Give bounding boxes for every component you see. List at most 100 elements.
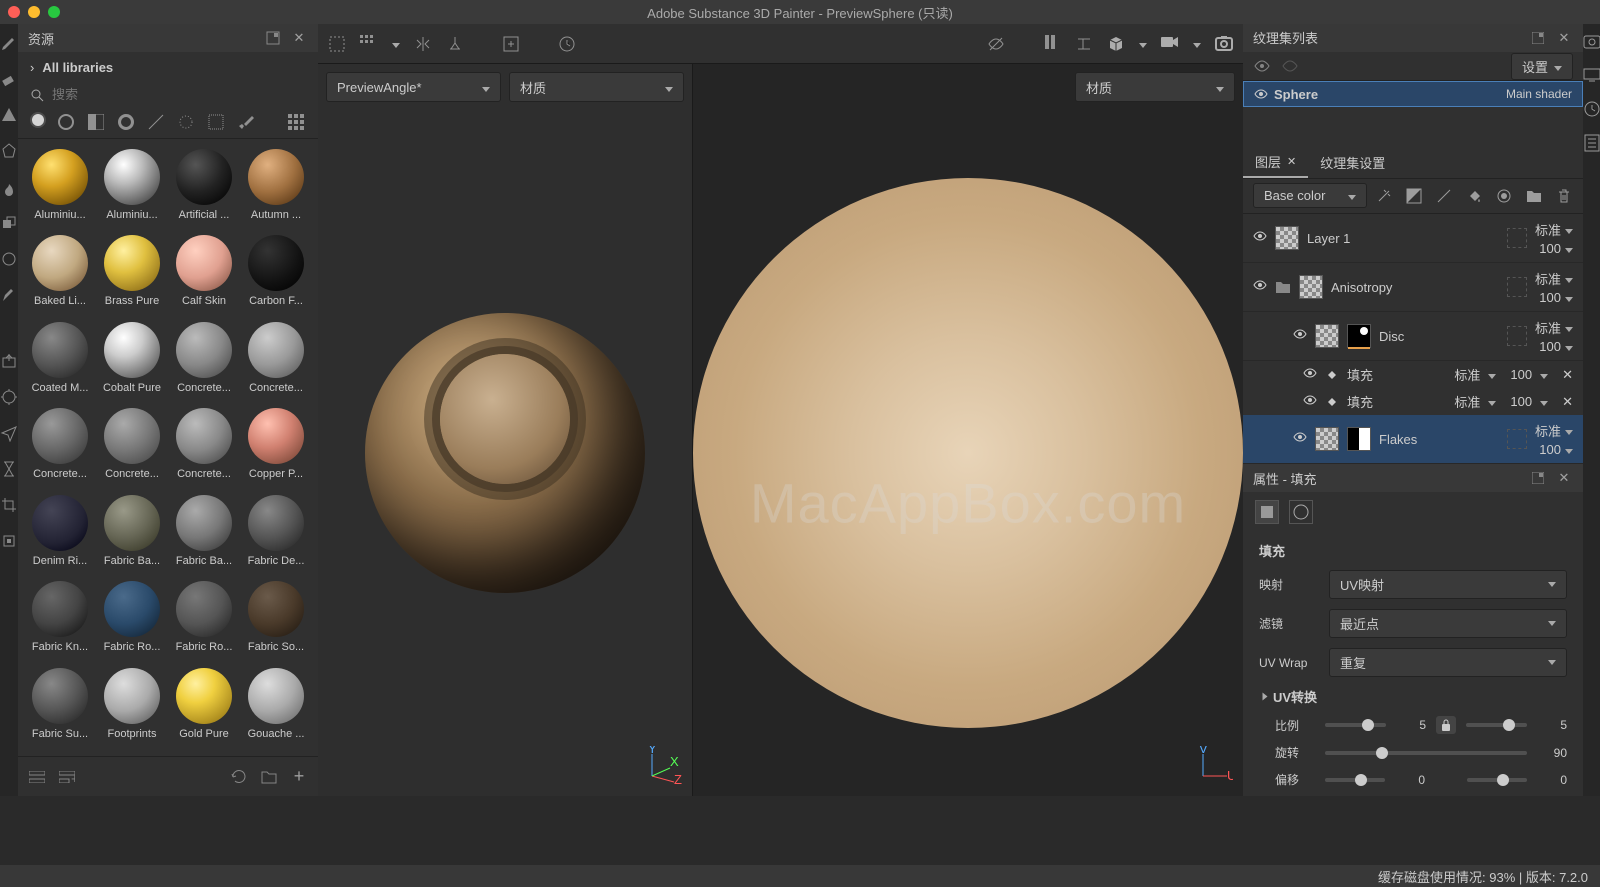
close-icon[interactable]: ✕ [1562, 394, 1573, 410]
asset-item[interactable]: Footprints [100, 668, 164, 746]
shelf-add-icon[interactable]: + [58, 768, 76, 786]
filter-filter-icon[interactable] [176, 112, 196, 132]
eye-icon[interactable] [1253, 280, 1267, 294]
axis-gizmo-3d[interactable]: YZX [642, 746, 682, 786]
layer-folder[interactable]: Anisotropy 标准100 [1243, 263, 1583, 312]
rotation-value[interactable]: 90 [1537, 746, 1567, 760]
render-icon[interactable] [0, 388, 18, 406]
axis-gizmo-2d[interactable]: VU [1193, 746, 1233, 786]
filter-select[interactable]: 最近点 [1329, 609, 1567, 638]
asset-item[interactable]: Calf Skin [172, 235, 236, 313]
scale-x-slider[interactable] [1325, 723, 1386, 727]
filter-material-icon[interactable] [30, 112, 46, 128]
lock-icon[interactable] [1436, 716, 1456, 734]
camera-chevron-icon[interactable] [1193, 36, 1201, 51]
fill-mode-icon[interactable] [1255, 500, 1279, 524]
projection-tool-icon[interactable] [0, 106, 18, 124]
tab-layers[interactable]: 图层✕ [1243, 147, 1308, 178]
add-icon[interactable]: + [290, 768, 308, 786]
delete-icon[interactable] [1555, 187, 1573, 205]
eye-icon[interactable] [1254, 89, 1268, 99]
symmetry-icon[interactable] [414, 35, 432, 53]
libraries-selector[interactable]: › All libraries [18, 52, 318, 83]
eye-icon[interactable] [1293, 432, 1307, 446]
viewport-3d[interactable]: PreviewAngle* 材质 YZX [318, 64, 693, 796]
filter-brush-icon[interactable] [236, 112, 256, 132]
filter-mask-icon[interactable] [86, 112, 106, 132]
folder-icon[interactable] [260, 768, 278, 786]
asset-item[interactable]: Brass Pure [100, 235, 164, 313]
grid-icon[interactable] [360, 35, 378, 53]
export-icon[interactable] [0, 352, 18, 370]
asset-item[interactable]: Coated M... [28, 322, 92, 400]
popout-icon[interactable] [1529, 469, 1547, 487]
brush-tool-icon[interactable] [0, 34, 18, 52]
asset-item[interactable]: Concrete... [172, 408, 236, 486]
crop-icon[interactable] [0, 496, 18, 514]
mask-icon[interactable] [1405, 187, 1423, 205]
asset-item[interactable]: Fabric De... [244, 495, 308, 573]
eye-icon[interactable] [1253, 231, 1267, 245]
offset-y-value[interactable]: 0 [1537, 773, 1567, 787]
asset-item[interactable]: Fabric Kn... [28, 581, 92, 659]
mask-slot[interactable] [1507, 228, 1527, 248]
asset-item[interactable]: Concrete... [28, 408, 92, 486]
mode-icon[interactable] [1075, 35, 1093, 53]
asset-item[interactable]: Copper P... [244, 408, 308, 486]
fill-effect[interactable]: 填充 标准 100 ✕ [1243, 388, 1583, 415]
camera-rail-icon[interactable] [1583, 32, 1600, 50]
asset-item[interactable]: Baked Li... [28, 235, 92, 313]
texture-set-item[interactable]: Sphere Main shader [1243, 81, 1583, 107]
camera-select[interactable]: PreviewAngle* [326, 72, 501, 102]
asset-item[interactable]: Aluminiu... [100, 149, 164, 227]
bucket-icon[interactable] [1465, 187, 1483, 205]
display-rail-icon[interactable] [1583, 66, 1600, 84]
asset-item[interactable]: Fabric Ro... [100, 581, 164, 659]
mask-slot[interactable] [1507, 326, 1527, 346]
asset-item[interactable]: Artificial ... [172, 149, 236, 227]
asset-item[interactable]: Fabric So... [244, 581, 308, 659]
uv-transform-section[interactable]: UV转换 [1259, 687, 1567, 706]
shelf-icon[interactable] [28, 768, 46, 786]
asset-item[interactable]: Fabric Su... [28, 668, 92, 746]
viewport-2d[interactable]: 材质 VU MacAppBox.com [693, 64, 1243, 796]
close-icon[interactable]: ✕ [1555, 469, 1573, 487]
maximize-window[interactable] [48, 6, 60, 18]
popout-icon[interactable] [264, 29, 282, 47]
scale-y-value[interactable]: 5 [1537, 718, 1567, 732]
search-input[interactable] [52, 87, 306, 102]
polyfill-tool-icon[interactable] [0, 142, 18, 160]
grid-chevron-icon[interactable] [392, 36, 400, 51]
scale-x-value[interactable]: 5 [1396, 718, 1426, 732]
add-view-icon[interactable] [502, 35, 520, 53]
hide-icon[interactable] [987, 35, 1005, 53]
smudge-tool-icon[interactable] [0, 178, 18, 196]
history-icon[interactable] [558, 35, 576, 53]
mask-slot[interactable] [1507, 429, 1527, 449]
fill-effect[interactable]: 填充 标准 100 ✕ [1243, 361, 1583, 388]
tab-texture-settings[interactable]: 纹理集设置 [1308, 147, 1397, 178]
send-icon[interactable] [0, 424, 18, 442]
fill-blend[interactable]: 标准 [1454, 365, 1480, 384]
asset-item[interactable]: Concrete... [244, 322, 308, 400]
offset-y-slider[interactable] [1467, 778, 1527, 782]
log-rail-icon[interactable] [1583, 134, 1600, 152]
mask-slot[interactable] [1507, 277, 1527, 297]
close-icon[interactable]: ✕ [1555, 29, 1573, 47]
asset-item[interactable]: Concrete... [100, 408, 164, 486]
refresh-icon[interactable] [230, 768, 248, 786]
scale-y-slider[interactable] [1466, 723, 1527, 727]
eye-icon[interactable] [1303, 368, 1317, 382]
material-select-2d[interactable]: 材质 [1075, 72, 1235, 102]
camera-icon[interactable] [1161, 35, 1179, 53]
fill-opacity[interactable]: 100 [1510, 367, 1532, 382]
filter-alpha-icon[interactable] [116, 112, 136, 132]
clone-tool-icon[interactable] [0, 214, 18, 232]
material-select-3d[interactable]: 材质 [509, 72, 684, 102]
asset-item[interactable]: Concrete... [172, 322, 236, 400]
asset-item[interactable]: Gold Pure [172, 668, 236, 746]
layer-item[interactable]: Disc 标准100 [1243, 312, 1583, 361]
material-tool-icon[interactable] [0, 250, 18, 268]
close-icon[interactable]: ✕ [290, 29, 308, 47]
popout-icon[interactable] [1529, 29, 1547, 47]
